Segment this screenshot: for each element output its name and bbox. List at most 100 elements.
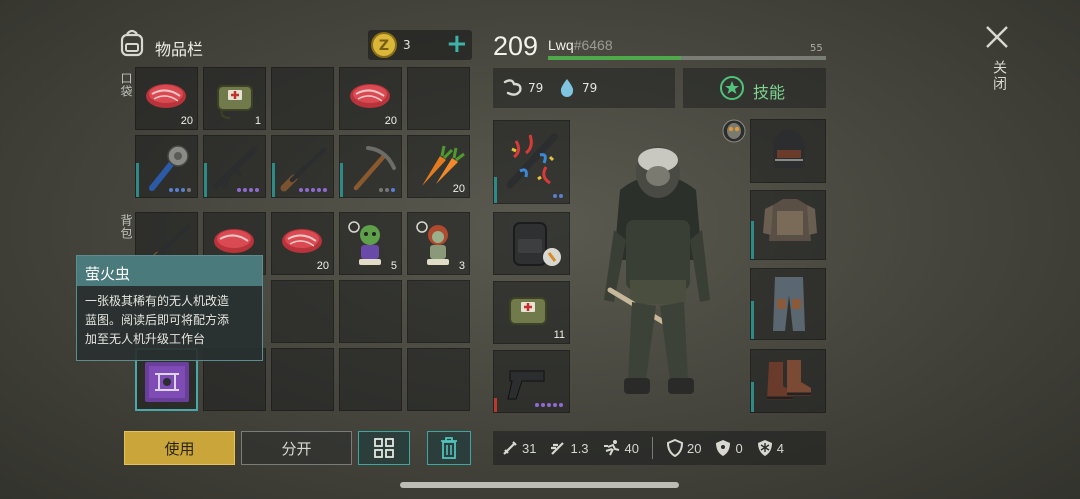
quality-dots bbox=[169, 188, 191, 192]
quality-dots bbox=[299, 188, 327, 192]
equip-slot-backpack[interactable] bbox=[493, 212, 570, 275]
trash-button[interactable] bbox=[427, 431, 471, 465]
item-count: 1 bbox=[254, 115, 261, 127]
stat-radiation: 0 bbox=[714, 439, 743, 457]
equip-slot-boots[interactable] bbox=[750, 349, 826, 413]
xp-bar-fill bbox=[548, 56, 682, 60]
inventory-slot-empty[interactable] bbox=[407, 348, 470, 411]
equip-slot-armor-pants[interactable] bbox=[750, 268, 826, 340]
drone-blueprint-icon bbox=[145, 362, 189, 402]
home-indicator[interactable] bbox=[400, 482, 679, 488]
inventory-slot-medkit[interactable]: 1 bbox=[203, 67, 266, 130]
inventory-slot-shotgun[interactable] bbox=[271, 135, 334, 198]
split-button-label: 分开 bbox=[281, 439, 312, 458]
player-name-row: Lwq#6468 bbox=[548, 37, 613, 53]
skills-label: 技能 bbox=[753, 83, 786, 102]
stat-melee-value: 31 bbox=[522, 440, 537, 456]
inventory-slot-meat[interactable]: 20 bbox=[135, 67, 198, 130]
spiked-club-icon bbox=[149, 145, 189, 191]
meat-icon bbox=[350, 84, 390, 108]
vitals-panel: 79 79 bbox=[493, 68, 675, 108]
quality-dots bbox=[379, 188, 395, 192]
zombie-figure-icon bbox=[416, 221, 449, 265]
tooltip-line: 一张极其稀有的无人机改造 bbox=[85, 294, 230, 308]
stat-radiation-value: 0 bbox=[735, 440, 743, 456]
hunger-value: 79 bbox=[528, 81, 544, 95]
radiation-shield-icon bbox=[716, 440, 731, 456]
item-count: 20 bbox=[180, 115, 193, 127]
xp-bar bbox=[548, 56, 826, 60]
backpack-icon bbox=[513, 222, 561, 266]
inventory-slot-empty[interactable] bbox=[339, 280, 402, 343]
inventory-slot-meat[interactable]: 20 bbox=[271, 212, 334, 275]
stats-bar: 31 1.3 40 20 0 4 bbox=[493, 431, 826, 465]
add-coins-button[interactable]: + bbox=[446, 30, 468, 58]
equip-slot-armor-vest[interactable] bbox=[750, 190, 826, 260]
use-button[interactable]: 使用 bbox=[124, 431, 235, 465]
use-button-label: 使用 bbox=[164, 439, 195, 458]
inventory-slot-spiked-club[interactable] bbox=[135, 135, 198, 198]
sort-button[interactable] bbox=[358, 431, 410, 465]
stats-divider bbox=[652, 437, 654, 459]
pistol-icon bbox=[507, 370, 545, 400]
tooltip-header: 萤火虫 bbox=[77, 256, 262, 286]
inventory-slot-meat[interactable]: 20 bbox=[339, 67, 402, 130]
inventory-slot-carrot[interactable]: 20 bbox=[407, 135, 470, 198]
medkit-bag-icon bbox=[217, 85, 253, 119]
quality-dots bbox=[237, 188, 259, 192]
equip-slot-pistol[interactable] bbox=[493, 350, 570, 413]
close-button[interactable]: 关闭 bbox=[984, 24, 1012, 104]
xp-value: 55 bbox=[810, 43, 823, 54]
equip-slot-weapon-special[interactable] bbox=[493, 120, 570, 204]
inventory-slot-zombie-figure[interactable]: 5 bbox=[339, 212, 402, 275]
grid-sort-icon bbox=[374, 438, 394, 458]
stat-cold-value: 4 bbox=[776, 440, 784, 456]
inventory-slot-empty[interactable] bbox=[271, 280, 334, 343]
inventory-slot-zombie-figure[interactable]: 3 bbox=[407, 212, 470, 275]
inventory-slot-empty[interactable] bbox=[271, 348, 334, 411]
durability-bar bbox=[494, 177, 497, 203]
coin-icon: Z bbox=[371, 32, 397, 58]
player-name: Lwq bbox=[548, 37, 574, 53]
boots-icon bbox=[767, 360, 811, 400]
durability-bar bbox=[751, 221, 754, 259]
running-icon bbox=[603, 440, 619, 456]
meat-icon bbox=[214, 229, 254, 253]
tooltip-title: 萤火虫 bbox=[85, 265, 131, 283]
inventory-slot-empty[interactable] bbox=[407, 280, 470, 343]
attack-speed-icon bbox=[551, 442, 565, 455]
player-character bbox=[590, 130, 725, 420]
inventory-slot-empty[interactable] bbox=[407, 67, 470, 130]
stat-run-speed: 40 bbox=[602, 439, 639, 457]
item-count: 3 bbox=[458, 260, 465, 272]
inventory-slot-pickaxe[interactable] bbox=[339, 135, 402, 198]
stat-armor: 20 bbox=[666, 439, 701, 457]
durability-bar bbox=[494, 398, 497, 412]
inventory-slot-empty[interactable] bbox=[271, 67, 334, 130]
stat-cold: 4 bbox=[756, 439, 784, 457]
item-tooltip: 萤火虫 一张极其稀有的无人机改造 蓝图。阅读后即可将配方添 加至无人机升级工作台 bbox=[76, 255, 263, 361]
player-level: 209 bbox=[493, 31, 539, 61]
coin-counter: Z 3 + bbox=[368, 30, 472, 60]
equip-slot-helmet[interactable] bbox=[750, 119, 826, 183]
stat-melee: 31 bbox=[501, 439, 536, 457]
inventory-slot-empty[interactable] bbox=[339, 348, 402, 411]
inventory-slot-assault-rifle[interactable] bbox=[203, 135, 266, 198]
shield-icon bbox=[667, 439, 684, 457]
split-button[interactable]: 分开 bbox=[241, 431, 352, 465]
inventory-title: 物品栏 bbox=[155, 40, 204, 59]
equip-slot-medkit[interactable]: 11 bbox=[493, 281, 570, 344]
quality-dots bbox=[535, 403, 563, 407]
svg-text:Z: Z bbox=[379, 38, 389, 54]
durability-bar bbox=[204, 163, 207, 197]
stomach-icon bbox=[503, 79, 522, 96]
player-tag: #6468 bbox=[573, 37, 613, 53]
tooltip-body: 一张极其稀有的无人机改造 蓝图。阅读后即可将配方添 加至无人机升级工作台 bbox=[77, 286, 262, 355]
item-count: 11 bbox=[553, 329, 565, 341]
medkit-bag-icon bbox=[509, 297, 547, 325]
durability-bar bbox=[340, 163, 343, 197]
trash-icon bbox=[441, 437, 457, 459]
firework-crossbow-icon bbox=[506, 133, 558, 189]
pocket-label: 口袋 bbox=[119, 72, 133, 98]
skills-button[interactable]: 技能 bbox=[683, 68, 826, 108]
